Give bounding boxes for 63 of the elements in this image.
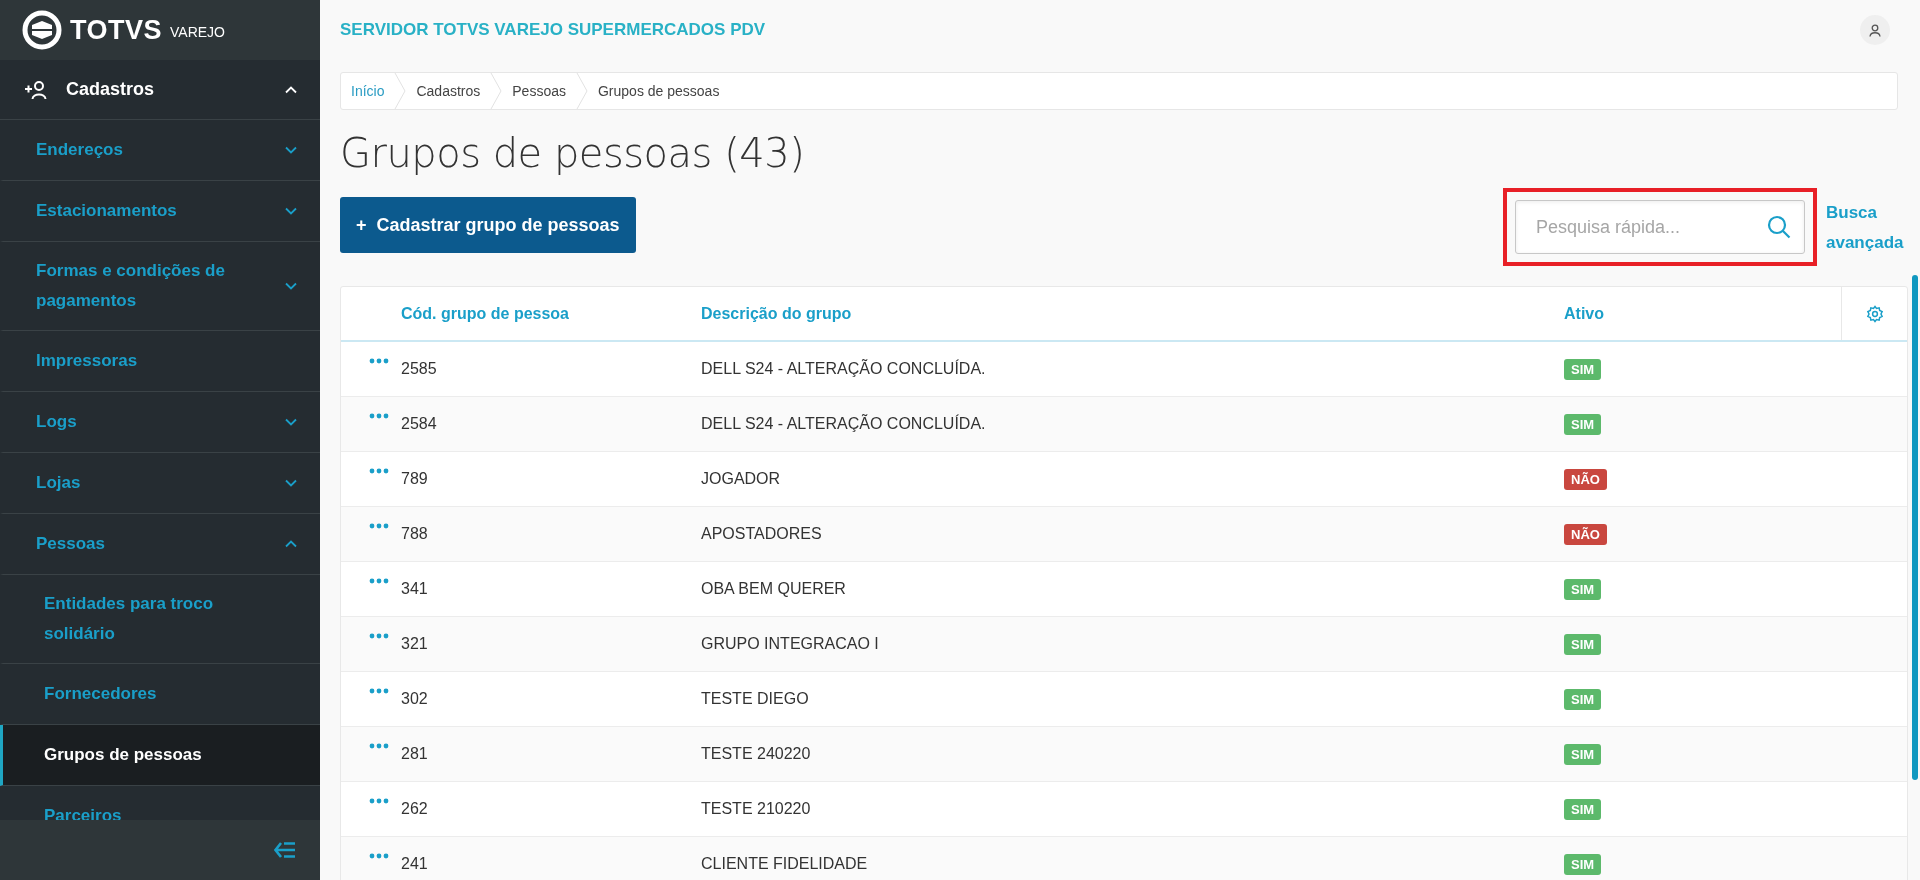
table-cell-text: 341 <box>400 579 429 599</box>
status-badge: NÃO <box>1564 468 1607 490</box>
status-badge: SIM <box>1564 853 1602 875</box>
status-badge: SIM <box>1564 798 1602 820</box>
status-badge: NÃO <box>1564 523 1607 545</box>
table-cell-text: JOGADOR <box>700 469 782 489</box>
status-badge: SIM <box>1564 743 1602 765</box>
user-avatar[interactable] <box>1860 15 1890 45</box>
search-field[interactable]: Pesquisa rápida... <box>1515 200 1805 254</box>
more-options-icon[interactable] <box>369 688 389 694</box>
more-options-icon[interactable] <box>369 523 389 529</box>
column-header[interactable]: Ativo <box>1552 287 1841 340</box>
breadcrumb-link[interactable]: Pessoas <box>502 73 576 109</box>
more-options-icon[interactable] <box>369 358 389 364</box>
more-options-icon[interactable] <box>369 468 389 474</box>
table-cell-text: TESTE DIEGO <box>700 689 810 709</box>
table-cell-text: DELL S24 - ALTERAÇÃO CONCLUÍDA. <box>700 358 987 379</box>
table-cell-text: TESTE 210220 <box>700 799 812 819</box>
more-options-icon[interactable] <box>369 633 389 639</box>
page-title: Grupos de pessoas (43) <box>340 130 806 176</box>
status-badge: SIM <box>1564 688 1602 710</box>
table-cell-text: 2584 <box>400 414 438 434</box>
settings-icon[interactable] <box>1865 304 1884 323</box>
table-cell-text: OBA BEM QUERER <box>700 579 847 599</box>
table-cell-text: 241 <box>400 854 429 874</box>
app-title: SERVIDOR TOTVS VAREJO SUPERMERCADOS PDV <box>340 20 766 40</box>
logo-icon <box>22 10 62 50</box>
breadcrumb-link[interactable]: Grupos de pessoas <box>588 73 730 109</box>
table-cell-text: 2585 <box>400 359 438 379</box>
status-badge: SIM <box>1564 633 1602 655</box>
product-name: VAREJO <box>170 24 225 40</box>
table-cell-text: 788 <box>400 524 429 544</box>
sidebar-item[interactable]: Grupos de pessoas <box>0 725 320 786</box>
table-cell-text: 262 <box>400 799 429 819</box>
brand-name: TOTVS <box>70 14 163 46</box>
breadcrumb-link[interactable]: Cadastros <box>406 73 491 109</box>
table-cell-text: DELL S24 - ALTERAÇÃO CONCLUÍDA. <box>700 413 987 434</box>
column-header[interactable]: Cód. grupo de pessoa <box>389 287 689 340</box>
add-group-button[interactable]: + Cadastrar grupo de pessoas <box>340 197 636 253</box>
table-cell-text: CLIENTE FIDELIDADE <box>700 854 869 874</box>
status-badge: SIM <box>1564 578 1602 600</box>
more-options-icon[interactable] <box>369 578 389 584</box>
advanced-search-link[interactable]: Busca avançada <box>1826 198 1906 258</box>
breadcrumb-link[interactable]: Início <box>341 73 395 109</box>
table-cell-text: 321 <box>400 634 429 654</box>
add-person-icon <box>24 79 48 100</box>
status-badge: SIM <box>1564 413 1602 435</box>
table-cell-text: APOSTADORES <box>700 524 823 544</box>
more-options-icon[interactable] <box>369 853 389 859</box>
table-cell-text: GRUPO INTEGRACAO I <box>700 634 880 654</box>
table-cell-text: 302 <box>400 689 429 709</box>
table-cell-text: 789 <box>400 469 429 489</box>
collapse-menu-icon[interactable] <box>274 841 296 859</box>
table-cell-text: TESTE 240220 <box>700 744 812 764</box>
more-options-icon[interactable] <box>369 798 389 804</box>
more-options-icon[interactable] <box>369 413 389 419</box>
status-badge: SIM <box>1564 358 1602 380</box>
section-label: Cadastros <box>66 79 156 100</box>
more-options-icon[interactable] <box>369 743 389 749</box>
column-header[interactable]: Descrição do grupo <box>689 287 1552 340</box>
search-icon[interactable] <box>1767 215 1791 239</box>
scrollbar[interactable] <box>1912 275 1918 780</box>
table-cell-text: 281 <box>400 744 429 764</box>
